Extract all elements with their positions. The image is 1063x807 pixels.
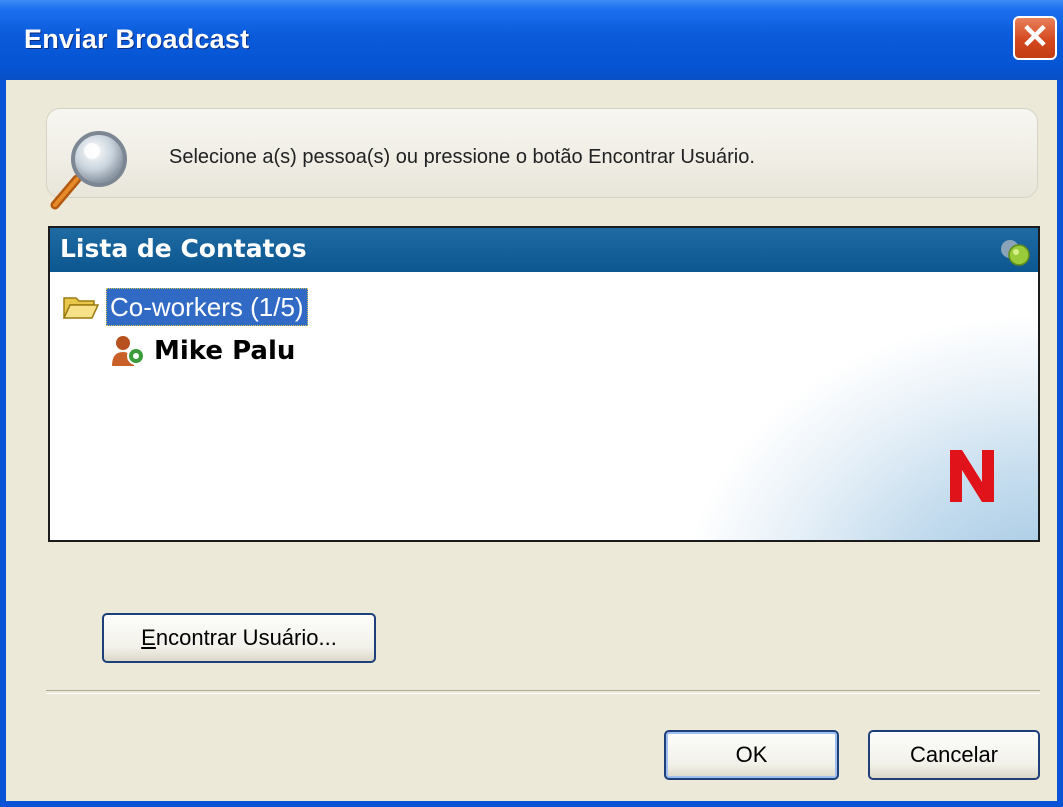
ok-button[interactable]: OK	[664, 730, 839, 780]
window-title: Enviar Broadcast	[24, 24, 250, 54]
contact-list-title: Lista de Contatos	[60, 234, 307, 263]
contact-list-body[interactable]: Co-workers (1/5) Mike Palu	[50, 272, 1038, 540]
ok-label: OK	[735, 742, 768, 767]
close-button[interactable]: ✕	[1013, 16, 1057, 60]
find-user-button[interactable]: Encontrar Usuário...	[102, 613, 376, 663]
contact-name: Mike Palu	[154, 336, 296, 366]
separator	[46, 690, 1040, 694]
cancel-button[interactable]: Cancelar	[868, 730, 1040, 780]
send-broadcast-dialog: Enviar Broadcast ✕ Selecione a(s) pessoa…	[0, 0, 1063, 807]
contact-list-header: Lista de Contatos	[50, 228, 1038, 272]
group-item[interactable]: Co-workers (1/5)	[62, 288, 308, 326]
contact-list-panel: Lista de Contatos Co-workers (1/5) Mike …	[48, 226, 1040, 542]
magnifier-icon	[50, 131, 127, 210]
folder-open-icon	[62, 297, 100, 319]
instruction-banner: Selecione a(s) pessoa(s) ou pressione o …	[46, 108, 1038, 210]
group-label[interactable]: Co-workers (1/5)	[106, 288, 308, 326]
presence-icon	[1001, 240, 1030, 266]
find-user-label: Encontrar Usuário...	[141, 625, 337, 650]
contact-item[interactable]: Mike Palu	[110, 334, 295, 368]
user-online-icon	[112, 336, 145, 366]
cancel-label: Cancelar	[909, 742, 999, 767]
instruction-text: Selecione a(s) pessoa(s) ou pressione o …	[169, 146, 755, 168]
title-bar[interactable]: Enviar Broadcast ✕	[0, 0, 1063, 80]
novell-logo	[950, 450, 994, 502]
close-icon: ✕	[1020, 18, 1050, 56]
